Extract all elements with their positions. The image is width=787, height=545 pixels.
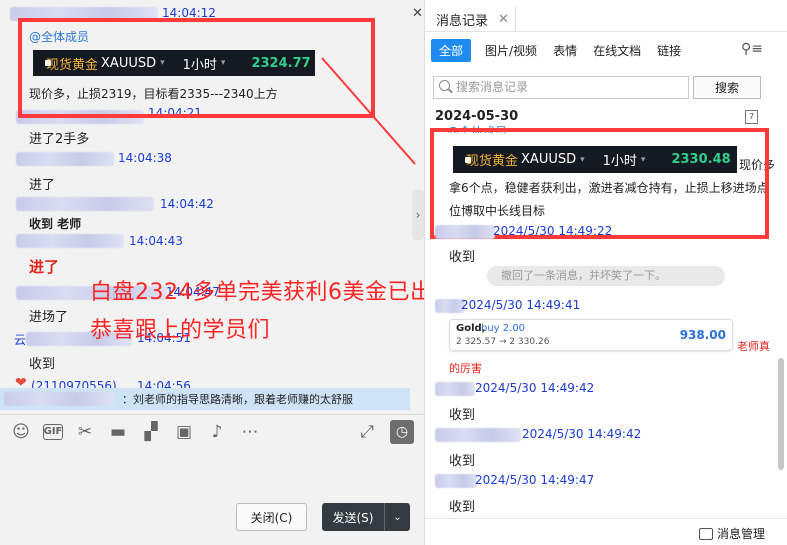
chevron-down-icon[interactable]: ⌄	[384, 503, 410, 531]
message-manager-icon	[699, 527, 713, 540]
collapse-handle[interactable]: ›	[412, 190, 424, 240]
chat-pane: 14:04:12 ✕ @全体成员 现货黄金 XAUUSD ▾ 1小时 ▾ 232…	[0, 0, 424, 545]
overlay-subline: 恭喜跟上的学员们	[90, 318, 271, 343]
message-time: 2024/5/30 14:49:22	[493, 224, 613, 238]
message-text: 收到	[449, 250, 476, 265]
message-time: 2024/5/30 14:49:41	[461, 298, 581, 312]
arrow-annotation	[321, 57, 416, 165]
close-icon[interactable]: ✕	[498, 12, 509, 27]
scissors-icon[interactable]: ✂	[74, 421, 96, 443]
tab-message-history[interactable]: 消息记录 ✕	[430, 6, 516, 32]
message-time: 2024/5/30 14:49:47	[475, 473, 595, 487]
message-time: 2024/5/30 14:49:42	[522, 427, 642, 441]
search-button[interactable]: 搜索	[693, 76, 761, 99]
message-text: 收到	[449, 454, 476, 469]
message-text: 的厉害	[449, 362, 482, 375]
quoted-text: ：刘老师的指导思路清晰，跟着老师赚的太舒服	[122, 393, 353, 406]
filter-media[interactable]: 图片/视频	[485, 42, 537, 59]
overlay-headline: 白盘2324多单完美获利6美金已出局	[90, 280, 424, 305]
input-toolbar: ☺ GIF ✂ ▬ ▞ ▣ ♪ ⋯ ⤢ ◷	[0, 414, 424, 448]
message-text: 收到	[449, 500, 476, 515]
close-button[interactable]: 关闭(C)	[236, 503, 307, 531]
send-label: 发送(S)	[332, 510, 374, 525]
chart-icon[interactable]: ▞	[140, 421, 162, 443]
filter-links[interactable]: 链接	[657, 42, 681, 59]
quoted-sender	[4, 392, 114, 406]
trade-side: buy 2.00	[481, 323, 526, 334]
message-text: 收到	[449, 408, 476, 423]
folder-icon[interactable]: ▬	[107, 421, 129, 443]
search-input[interactable]: 搜索消息记录	[433, 76, 689, 99]
history-icon[interactable]: ◷	[390, 420, 414, 444]
more-icon[interactable]: ⋯	[239, 421, 261, 443]
sender-name	[435, 382, 475, 396]
quoted-message-bar[interactable]: ：刘老师的指导思路清晰，跟着老师赚的太舒服	[0, 388, 410, 410]
filter-all[interactable]: 全部	[431, 38, 472, 62]
bell-icon[interactable]: ♪	[206, 421, 228, 443]
sender-name	[435, 428, 521, 442]
message-time: 2024/5/30 14:49:42	[475, 381, 595, 395]
message-manager-label: 消息管理	[717, 527, 766, 541]
filter-tabs: 全部 图片/视频 表情 在线文档 链接	[431, 38, 697, 62]
history-message-list[interactable]: @全体成员 现货黄金 XAUUSD ▾ 1小时 ▾ 2330.48 现价多 拿6…	[425, 122, 775, 522]
tab-label: 消息记录	[436, 13, 489, 29]
chat-message-list[interactable]: 14:04:12 ✕ @全体成员 现货黄金 XAUUSD ▾ 1小时 ▾ 232…	[0, 0, 424, 410]
emoji-icon[interactable]: ☺	[10, 421, 32, 443]
sender-name	[435, 474, 477, 488]
image-icon[interactable]: ▣	[173, 421, 195, 443]
scrollbar-thumb[interactable]	[778, 358, 784, 470]
recall-notice: 撤回了一条消息，并坏笑了一下。	[487, 266, 725, 286]
filter-docs[interactable]: 在线文档	[593, 42, 641, 59]
filter-emoji[interactable]: 表情	[553, 42, 577, 59]
search-icon	[439, 80, 450, 91]
gif-icon[interactable]: GIF	[43, 423, 63, 440]
trade-price-range: 2 325.57 → 2 330.26	[456, 337, 550, 347]
highlight-box	[430, 128, 769, 239]
send-button[interactable]: 发送(S) ⌄	[322, 503, 410, 531]
message-text: 老师真	[737, 340, 770, 353]
message-history-pane: 消息记录 ✕ 全部 图片/视频 表情 在线文档 链接 ⚲≡ 搜索消息记录 搜索 …	[424, 0, 787, 545]
expand-icon[interactable]: ⤢	[356, 421, 378, 443]
history-footer: 消息管理	[425, 518, 787, 545]
trade-profit: 938.00	[679, 328, 726, 342]
history-tabbar: 消息记录 ✕	[425, 6, 787, 32]
trade-result-card[interactable]: Gold, buy 2.00 2 325.57 → 2 330.26 938.0…	[449, 319, 733, 351]
filter-icon[interactable]: ⚲≡	[741, 41, 763, 57]
message-manager-button[interactable]: 消息管理	[699, 525, 765, 542]
sender-name	[435, 225, 495, 239]
